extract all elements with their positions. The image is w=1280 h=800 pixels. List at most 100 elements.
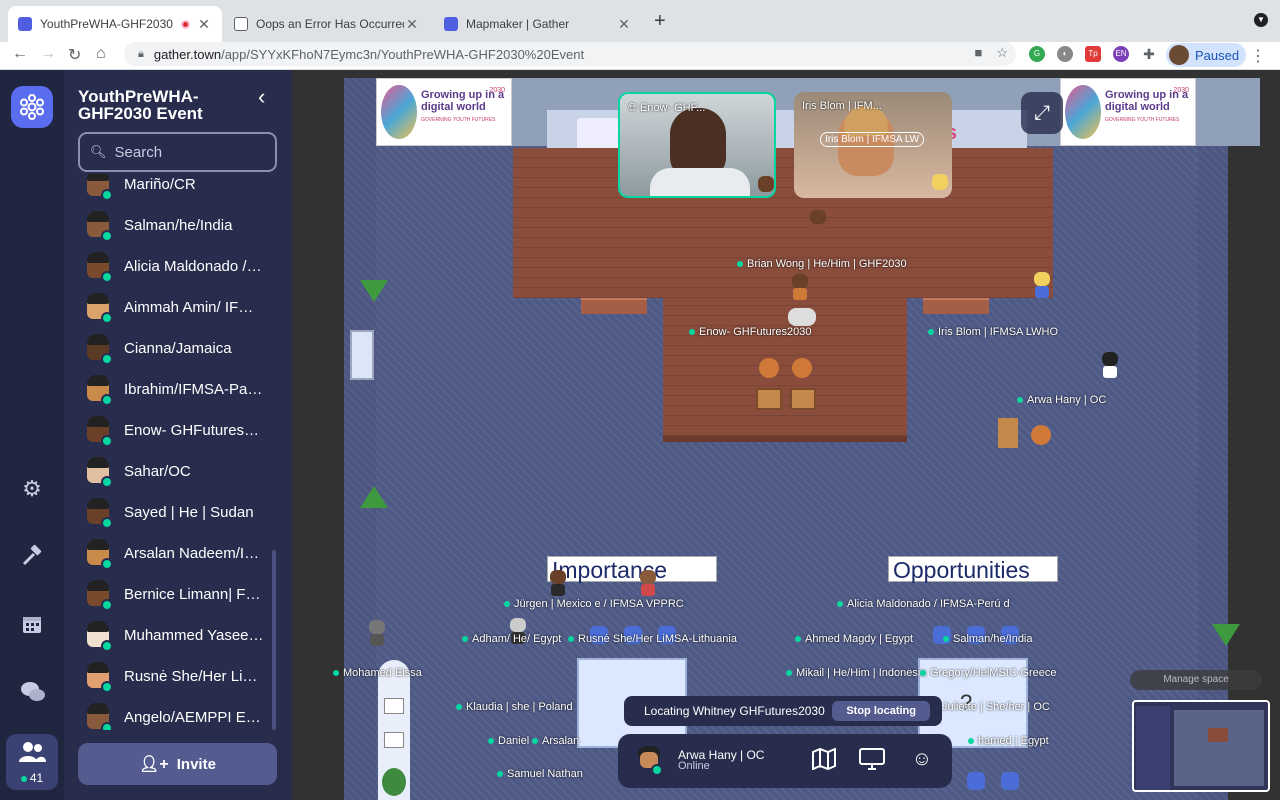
camera-blocked-icon[interactable]: ■ [974,45,982,61]
video-tile-enow[interactable]: 🌐︎ Enow- GHF... [618,92,776,198]
avatar-name-tag[interactable]: Adham/ He/ Egypt [462,633,561,645]
extension-en-icon[interactable]: EN [1113,46,1129,62]
avatar-name: Juliette | She/her | OC [942,701,1050,713]
participant-row[interactable]: Enow- GHFutures20... [64,410,292,451]
participant-row[interactable]: Cianna/Jamaica [64,328,292,369]
avatar-name-tag[interactable]: Salman/he/India [943,633,1033,645]
bookmark-star-icon[interactable]: ☆ [996,45,1008,61]
avatar-name: Rusnė She/Her LiMSA-Lithuania [578,633,737,645]
stop-locating-button[interactable]: Stop locating [832,701,930,721]
avatar-name: Adham/ He/ Egypt [472,633,562,645]
tab-mapmaker[interactable]: Mapmaker | Gather ✕ [434,6,642,42]
tab-close-icon[interactable]: ✕ [196,16,212,33]
back-arrow-icon[interactable]: ← [12,45,28,63]
grammarly-extension-icon[interactable]: G [1029,46,1045,62]
participant-avatar [84,579,113,611]
avatar-name-tag[interactable]: Juliette | She/her | OC [932,701,1050,713]
avatar-name-tag[interactable]: Gregory/HelMSIC-Greece [920,667,1057,679]
avatar-name-tag[interactable]: Arsalan [532,735,579,747]
chat-bubbles-icon[interactable] [20,680,45,704]
participant-row[interactable]: Alicia Maldonado / I... [64,246,292,287]
participant-list-scrollbar[interactable] [272,550,276,730]
address-bar[interactable]: 🔒︎ gather.town /app/SYYxKFhoN7Eymc3n/You… [124,42,1016,66]
avatar-sprite[interactable] [790,274,810,300]
avatar-name-tag[interactable]: Rusnė She/Her LiMSA-Lithuania [568,633,737,645]
forward-arrow-icon[interactable]: → [40,45,56,63]
avatar-sprite[interactable] [367,620,387,646]
video-tile-iris[interactable]: Iris Blom | IFM... Iris Blom | IFMSA LW [794,92,952,198]
participant-row[interactable]: Sayed | He | Sudan [64,492,292,533]
avatar-sprite[interactable] [1100,352,1120,378]
participant-row[interactable]: Aimmah Amin/ IFMS... [64,287,292,328]
tab-gather-event[interactable]: YouthPreWHA-GHF2030 E ✕ [8,6,222,42]
avatar-name-tag[interactable]: Mohamed Eissa [333,667,422,679]
participant-row[interactable]: Ibrahim/IFMSA-Paki... [64,369,292,410]
participant-row[interactable]: Muhammed Yaseen ... [64,615,292,656]
gather-logo-icon[interactable] [11,86,53,128]
home-icon[interactable]: ⌂ [96,45,106,63]
extension-tp-icon[interactable]: Tp [1085,46,1101,62]
avatar-name-tag[interactable]: hamed | Egypt [968,735,1049,747]
participant-name: Enow- GHFutures20... [124,422,264,439]
own-avatar[interactable] [636,746,663,776]
emoji-icon[interactable]: ☺ [908,748,936,774]
collapse-chevron-left-icon[interactable]: ‹ [258,84,265,110]
participant-name: Rusnė She/Her LiMS... [124,668,264,685]
calendar-icon[interactable] [20,612,44,636]
reload-icon[interactable]: ↻ [68,45,81,65]
search-field[interactable]: 🔍︎ [78,132,277,172]
manage-space-button[interactable]: Manage space [1130,670,1262,690]
participant-row[interactable]: Angelo/AEMPPI Ecua... [64,697,292,730]
avatar-sprite[interactable] [638,570,658,596]
map-icon[interactable] [810,747,838,774]
map-viewport[interactable]: res Growing up in a digital world 2030 G… [292,70,1280,800]
avatar-name-tag[interactable]: Brian Wong | He/Him | GHF2030 [737,258,907,270]
search-input[interactable] [114,143,265,161]
participant-row[interactable]: Mariño/CR [64,174,292,205]
avatar-name-tag[interactable]: Iris Blom | IFMSA LWHO [928,326,1058,338]
board-opportunities[interactable]: Opportunities [888,556,1058,583]
tab-close-icon[interactable]: ✕ [404,16,420,33]
participant-row[interactable]: Bernice Limann| FG... [64,574,292,615]
avatar-name-tag[interactable]: Mikail | He/Him | Indonesia [786,667,926,679]
screen-share-icon[interactable] [858,748,886,774]
participant-row[interactable]: Salman/he/India [64,205,292,246]
avatar-name-tag[interactable]: Samuel Nathan [497,768,583,780]
exit-arrow-down-icon[interactable] [360,280,388,302]
browser-menu-icon[interactable]: ⋮ [1250,46,1266,66]
people-icon [19,742,46,762]
avatar-name-tag[interactable]: Daniel [488,735,529,747]
tab-close-icon[interactable]: ✕ [616,16,632,33]
settings-gear-icon[interactable]: ⚙ [20,476,44,501]
participant-row[interactable]: Rusnė She/Her LiMS... [64,656,292,697]
minimap[interactable] [1132,700,1270,792]
avatar-name-tag[interactable]: Alicia Maldonado / IFMSA-Perú d [837,598,1010,610]
invite-button[interactable]: 👤︎+ Invite [78,743,277,785]
extensions-puzzle-icon[interactable]: ✚ [1141,46,1157,62]
profile-button[interactable]: Paused [1166,43,1246,67]
own-status[interactable]: Online [678,760,710,772]
tab-error-page[interactable]: Oops an Error Has Occurred | ✕ [224,6,430,42]
game-map[interactable]: res Growing up in a digital world 2030 G… [333,78,1260,800]
board-importance[interactable]: Importance [547,556,717,583]
exit-arrow-up-icon[interactable] [360,486,388,508]
participants-button[interactable]: 41 [6,734,58,790]
build-hammer-icon[interactable] [20,544,44,568]
extension-circle-icon[interactable]: ◐ [1057,46,1073,62]
new-tab-plus-icon[interactable]: + [654,10,666,33]
avatar-sprite[interactable] [808,210,828,236]
participant-row[interactable]: Arsalan Nadeem/IF... [64,533,292,574]
tab-search-chevron-icon[interactable]: ▼ [1254,13,1268,27]
avatar-name-tag[interactable]: Jürgen | Mexico e / IFMSA VPPRC [504,598,684,610]
banner-year: 2030 [1173,87,1189,94]
avatar-name-tag[interactable]: Enow- GHFutures2030 [689,326,812,338]
avatar-name-tag[interactable]: Ahmed Magdy | Egypt [795,633,913,645]
expand-video-icon[interactable]: ⤢ [1021,92,1063,134]
exit-arrow-down-icon[interactable] [1212,624,1240,646]
avatar-sprite[interactable] [548,570,568,596]
avatar-sprite[interactable] [1032,272,1052,298]
online-status-icon [101,475,113,488]
participant-row[interactable]: Sahar/OC [64,451,292,492]
avatar-name-tag[interactable]: Arwa Hany | OC [1017,394,1106,406]
avatar-name-tag[interactable]: Klaudia | she | Poland [456,701,573,713]
